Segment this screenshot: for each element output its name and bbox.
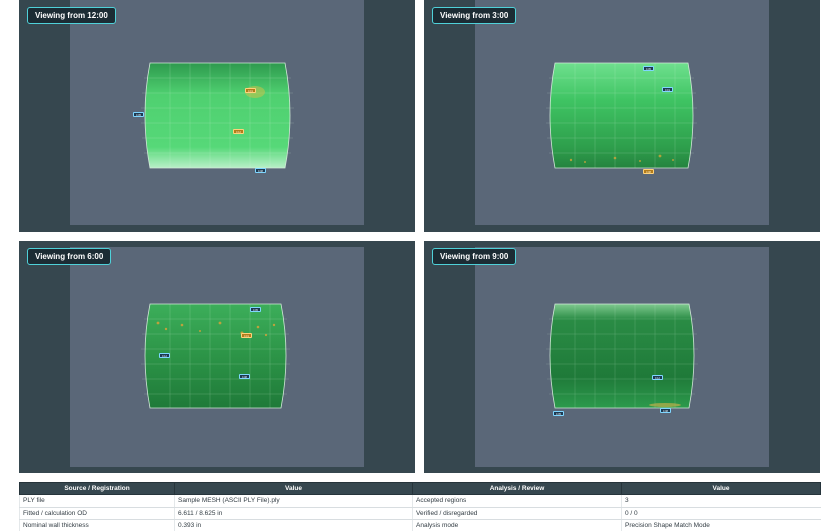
view-label: Viewing from 12:00 [27,7,116,24]
table-cell: 0.393 in [174,519,413,531]
pipe-mesh-3 [546,62,697,169]
view-label: Viewing from 3:00 [432,7,517,24]
annotation-tag[interactable]: 0.05 [250,307,261,312]
pipe-mesh-6 [141,303,290,409]
table-cell: 6.611 / 8.625 in [174,507,413,520]
annotation-tag[interactable]: 0.08 [255,168,266,173]
annotation-tag[interactable]: 0.05 [133,112,144,117]
table-cell: Verified / disregarded [412,507,622,520]
annotation-tag[interactable]: 0.08 [660,408,671,413]
annotation-tag[interactable]: 0.19 [245,88,256,93]
table-cell: Analysis mode [412,519,622,531]
column-header: Source / Registration [19,482,175,495]
table-row: PLY file Sample MESH (ASCII PLY File).pl… [19,494,821,508]
table-cell: PLY file [19,494,175,508]
viewport-3[interactable]: 0.05 0.19 0.08 [475,0,769,225]
pipe-mesh-9 [546,303,698,409]
table-row: Nominal wall thickness 0.393 in Analysis… [19,519,821,531]
view-panel-9: 0.05 0.12 0.08 Viewing from 9:00 [424,241,820,473]
annotation-tag[interactable]: 0.12 [652,375,663,380]
viewport-12[interactable]: 0.05 0.19 0.12 0.08 [70,0,364,225]
table-cell: Accepted regions [412,494,622,508]
annotation-tag[interactable]: 0.12 [159,353,170,358]
view-panel-6: 0.05 0.19 0.12 0.08 Viewing from 6:00 [19,241,415,473]
table-cell: Fitted / calculation OD [19,507,175,520]
annotation-tag[interactable]: 0.19 [241,333,252,338]
column-header: Analysis / Review [412,482,622,495]
summary-table: Source / Registration Value Analysis / R… [19,482,821,531]
annotation-tag[interactable]: 0.05 [553,411,564,416]
table-row: Fitted / calculation OD 6.611 / 8.625 in… [19,507,821,520]
column-header: Value [174,482,413,495]
table-cell: Nominal wall thickness [19,519,175,531]
annotation-tag[interactable]: 0.05 [643,66,654,71]
view-panel-3: 0.05 0.19 0.08 Viewing from 3:00 [424,0,820,232]
table-cell: Precision Shape Match Mode [621,519,821,531]
annotation-tag[interactable]: 0.08 [643,169,654,174]
table-cell: 3 [621,494,821,508]
view-panel-12: 0.05 0.19 0.12 0.08 Viewing from 12:00 [19,0,415,232]
table-header-row: Source / Registration Value Analysis / R… [19,482,821,495]
pipe-mesh-12 [141,62,294,169]
column-header: Value [621,482,821,495]
table-cell: Sample MESH (ASCII PLY File).ply [174,494,413,508]
viewport-6[interactable]: 0.05 0.19 0.12 0.08 [70,247,364,467]
view-label: Viewing from 6:00 [27,248,112,265]
viewport-9[interactable]: 0.05 0.12 0.08 [475,247,769,467]
annotation-tag[interactable]: 0.19 [662,87,673,92]
table-cell: 0 / 0 [621,507,821,520]
view-label: Viewing from 9:00 [432,248,517,265]
annotation-tag[interactable]: 0.12 [233,129,244,134]
annotation-tag[interactable]: 0.08 [239,374,250,379]
